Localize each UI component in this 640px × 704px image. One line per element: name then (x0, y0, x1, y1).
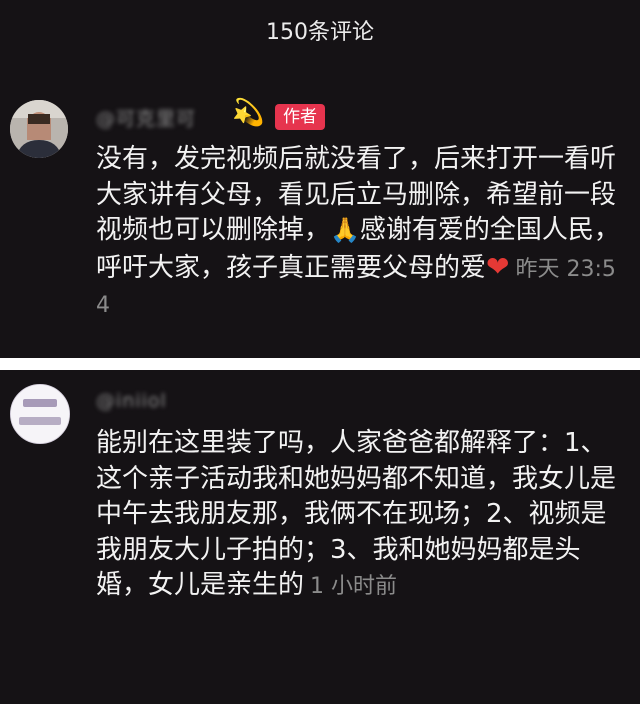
comment-text: 能别在这里装了吗，人家爸爸都解释了：1、这个亲子活动我和她妈妈都不知道，我女儿是… (96, 426, 626, 605)
avatar-blurred-photo-icon (10, 100, 68, 158)
pray-emoji-icon: 🙏 (330, 216, 360, 244)
comment-timestamp: 1 小时前 (310, 574, 398, 599)
avatar[interactable] (10, 384, 70, 444)
heart-emoji-icon: ❤ (486, 249, 510, 283)
author-badge: 作者 (275, 104, 325, 130)
comment-card-1: 150条评论 @可克里可 💫 作者 没有，发完视频后就没看了，后来打开一看听大家… (0, 0, 640, 358)
avatar-blurred-text-icon (11, 385, 69, 443)
comment-card-2: @iniiol 能别在这里装了吗，人家爸爸都解释了：1、这个亲子活动我和她妈妈都… (0, 370, 640, 704)
comment-text: 没有，发完视频后就没看了，后来打开一看听大家讲有父母，看见后立马删除，希望前一段… (96, 142, 626, 324)
username[interactable]: @可克里可 (96, 104, 196, 131)
dizzy-emoji-icon: 💫 (232, 98, 265, 128)
comment-count-title: 150条评论 (266, 20, 374, 45)
avatar[interactable] (10, 100, 68, 158)
username[interactable]: @iniiol (96, 390, 167, 412)
